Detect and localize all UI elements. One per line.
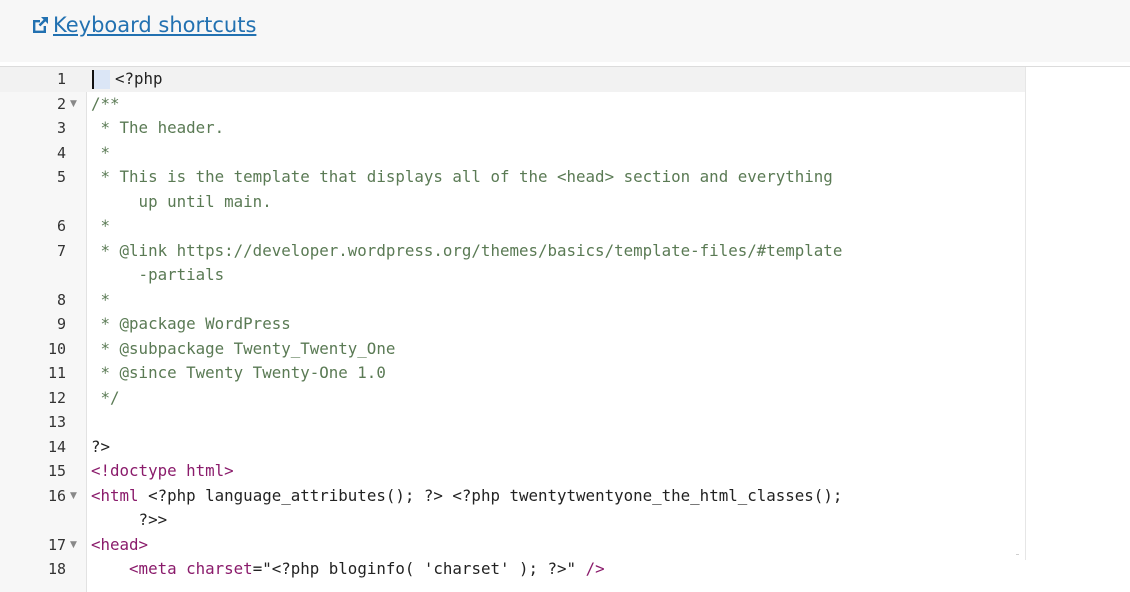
line-number: 9 [56,315,66,333]
code-line[interactable]: 10 * @subpackage Twenty_Twenty_One [0,337,1025,362]
code-text: <!doctype html> [91,461,234,480]
code-line[interactable]: 14 ?> [0,435,1025,460]
code-line[interactable]: 8 * [0,288,1025,313]
code-text: * @since Twenty Twenty-One 1.0 [91,363,386,382]
line-number: 14 [47,437,66,456]
code-text: * @subpackage Twenty_Twenty_One [91,338,396,358]
code-line[interactable]: 15 <!doctype html> [0,459,1025,484]
code-text: * [91,142,111,162]
code-line[interactable]: 17 ▼ <head> [0,533,1025,558]
code-text: * @link https://developer.wordpress.org/… [91,240,843,285]
code-text: * This is the template that displays all… [91,167,833,211]
code-line[interactable]: 6 * [0,214,1025,239]
line-number: 5 [56,168,66,186]
line-number: 10 [47,339,66,358]
line-number: 16 [47,486,66,505]
line-number: 18 [47,560,66,578]
code-editor[interactable]: 1 <?php 2 ▼/** 3 * The header. 4 * 5 * This is… [0,66,1130,592]
keyboard-shortcuts-label: Keyboard shortcuts [53,13,257,37]
code-text: <meta charset="<?php bloginfo( 'charset'… [129,559,605,578]
line-number: 2 [56,94,66,113]
keyboard-shortcuts-link[interactable]: Keyboard shortcuts [30,13,256,37]
code-text: * [91,216,111,235]
line-number: 17 [47,535,66,554]
text-cursor [92,70,94,89]
line-number: 1 [56,70,66,88]
code-line[interactable]: 16 ▼ <html <?php language_attributes(); ?>… [0,484,1025,533]
code-line[interactable]: 2 ▼ /** [0,92,1025,117]
code-text: <html <?php language_attributes(); ?> <?… [91,485,843,530]
fold-toggle-icon[interactable]: ▼ [70,533,77,558]
line-number: 15 [47,462,66,480]
code-line[interactable]: 11 * @since Twenty Twenty-One 1.0 [0,361,1025,386]
code-line[interactable]: 13 [0,410,1025,435]
code-text: */ [91,387,120,407]
code-text: * The header. [91,118,225,137]
line-number: 11 [47,364,66,382]
editor-scroll-boundary [1025,67,1026,560]
code-line[interactable]: 5 * This is the template that displays a… [0,165,1025,214]
fold-toggle-icon[interactable]: ▼ [70,92,77,117]
code-line[interactable]: 18 <meta charset="<?php bloginfo( 'chars… [0,557,1025,582]
code-text: <head> [91,534,149,554]
code-line[interactable]: 1 <?php [0,67,1025,92]
line-number: 6 [56,217,66,235]
code-line[interactable]: 7 * @link https://developer.wordpress.or… [0,239,1025,288]
line-number: 3 [56,119,66,137]
code-line[interactable]: 12 */ [0,386,1025,411]
code-text: * [91,289,111,309]
code-text: ?> [91,436,111,456]
code-line[interactable]: 9 * @package WordPress [0,312,1025,337]
editor-help-bar: Keyboard shortcuts [0,0,1130,62]
code-lines: 1 <?php 2 ▼/** 3 * The header. 4 * 5 * This is… [0,67,1025,582]
line-number: 8 [56,290,66,309]
code-line[interactable]: 3 * The header. [0,116,1025,141]
line-number: 4 [56,143,66,162]
line-number: 13 [47,413,66,431]
code-line[interactable]: 4 * [0,141,1025,166]
text-selection [92,70,110,89]
code-text: /** [91,93,120,113]
external-link-icon [33,17,48,33]
fold-toggle-icon[interactable]: ▼ [70,484,77,509]
line-number: 12 [47,388,66,407]
line-number: 7 [56,241,66,260]
code-text: <?php [115,69,163,88]
code-text: * @package WordPress [91,314,291,333]
